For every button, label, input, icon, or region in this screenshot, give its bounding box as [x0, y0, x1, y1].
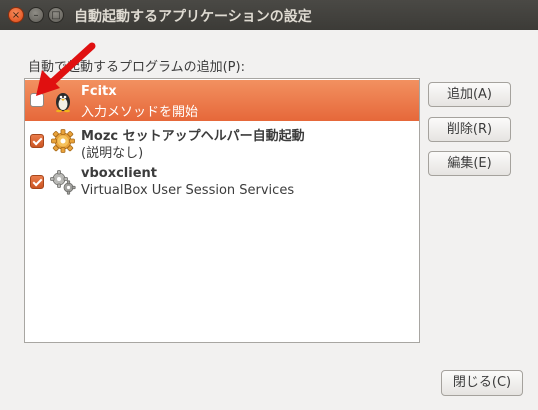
startup-item-mozc[interactable]: Mozc セットアップヘルパー自動起動 (説明なし) — [25, 121, 419, 162]
startup-item-checkbox[interactable] — [30, 134, 44, 148]
annotation-arrow-icon — [36, 42, 96, 96]
startup-program-list[interactable]: Fcitx 入力メソッドを開始 Mozc セットアップヘルパー自動起動 (説明な — [24, 78, 420, 343]
add-button[interactable]: 追加(A) — [428, 82, 511, 107]
title-bar: × – □ 自動起動するアプリケーションの設定 — [0, 0, 538, 30]
startup-item-checkbox[interactable] — [30, 175, 44, 189]
startup-item-description: 入力メソッドを開始 — [81, 105, 199, 120]
startup-item-description: (説明なし) — [81, 146, 144, 161]
close-button[interactable]: 閉じる(C) — [441, 370, 523, 396]
gear-icon — [51, 129, 75, 153]
remove-button[interactable]: 削除(R) — [428, 117, 511, 142]
gears-icon — [50, 170, 76, 195]
window-title: 自動起動するアプリケーションの設定 — [74, 9, 312, 25]
startup-item-name: vboxclient — [81, 166, 158, 181]
window-maximize-button[interactable]: □ — [48, 7, 64, 23]
window-close-button[interactable]: × — [8, 7, 24, 23]
window-minimize-button[interactable]: – — [28, 7, 44, 23]
edit-button[interactable]: 編集(E) — [428, 151, 511, 176]
startup-item-vboxclient[interactable]: vboxclient VirtualBox User Session Servi… — [25, 162, 419, 203]
startup-item-description: VirtualBox User Session Services — [81, 183, 295, 198]
